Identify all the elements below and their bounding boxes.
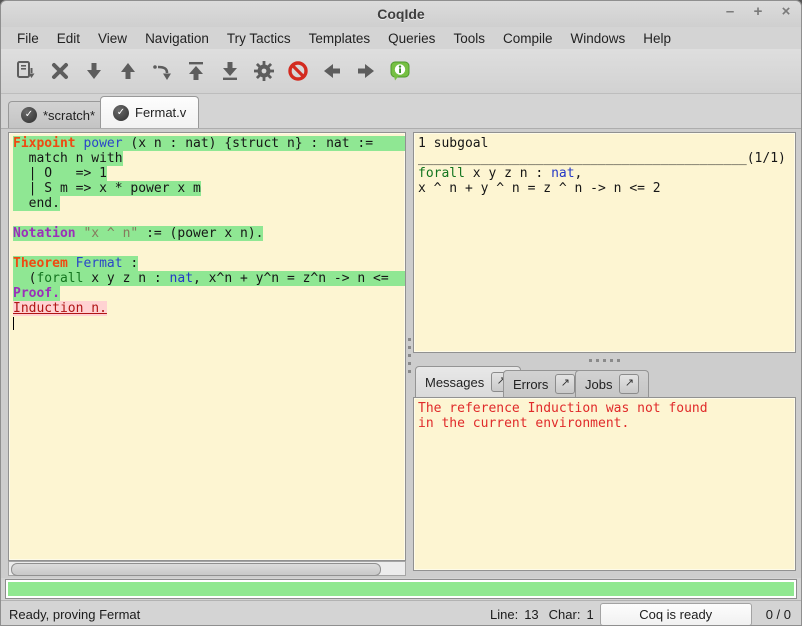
goal-view[interactable]: 1 subgoal_______________________________… <box>413 132 796 353</box>
code-line: forall x y z n : nat, <box>418 166 795 181</box>
code-line: Fixpoint power (x n : nat) {struct n} : … <box>13 136 406 151</box>
stop-sign-icon <box>286 59 310 83</box>
menu-file[interactable]: File <box>9 29 47 48</box>
fully-check-button[interactable] <box>247 55 281 87</box>
editor-hscrollbar[interactable] <box>8 561 406 576</box>
code-line <box>13 211 405 226</box>
previous-button[interactable] <box>315 55 349 87</box>
step-backward-button[interactable] <box>111 55 145 87</box>
menu-queries[interactable]: Queries <box>380 29 443 48</box>
status-message: Ready, proving Fermat <box>9 607 490 622</box>
arrow-up-bar-icon <box>184 59 208 83</box>
hscrollbar-thumb[interactable] <box>11 563 381 576</box>
toolbar <box>1 49 801 94</box>
code-line: | S m => x * power x m <box>13 181 405 196</box>
tab-errors-label: Errors <box>513 377 548 392</box>
arrow-left-icon <box>320 59 344 83</box>
next-button[interactable] <box>349 55 383 87</box>
text-cursor <box>13 317 14 330</box>
minimize-button[interactable]: – <box>723 3 737 20</box>
arrow-right-icon <box>354 59 378 83</box>
tab-fermat-label: Fermat.v <box>135 105 186 120</box>
code-line: Notation "x ^ n" := (power x n). <box>13 226 405 241</box>
check-circle-icon: ✓ <box>113 105 129 121</box>
code-line: ________________________________________… <box>418 151 795 166</box>
menu-edit[interactable]: Edit <box>49 29 88 48</box>
code-line: The reference Induction was not found <box>418 401 795 416</box>
save-button[interactable] <box>9 55 43 87</box>
menu-templates[interactable]: Templates <box>301 29 379 48</box>
char-label: Char: <box>549 607 581 622</box>
char-value: 1 <box>586 607 593 622</box>
detach-icon[interactable]: ↗ <box>619 374 639 394</box>
messages-view[interactable]: The reference Induction was not foundin … <box>413 397 796 571</box>
message-tab-strip: Messages ↗ Errors ↗ Jobs ↗ <box>413 367 796 397</box>
info-bubble-icon <box>388 59 412 83</box>
arrow-down-bar-icon <box>218 59 242 83</box>
close-buffer-button[interactable] <box>43 55 77 87</box>
vertical-splitter[interactable] <box>406 132 413 561</box>
tab-scratch[interactable]: ✓ *scratch* <box>8 101 108 128</box>
script-editor[interactable]: Fixpoint power (x n : nat) {struct n} : … <box>8 132 406 561</box>
gear-icon <box>252 59 276 83</box>
code-line: (forall x y z n : nat, x^n + y^n = z^n -… <box>13 271 406 286</box>
detach-icon[interactable]: ↗ <box>555 374 575 394</box>
tab-scratch-label: *scratch* <box>43 108 95 123</box>
goal-text: 1 subgoal_______________________________… <box>414 133 795 196</box>
step-forward-button[interactable] <box>77 55 111 87</box>
save-icon <box>14 59 38 83</box>
buffer-tab-strip: ✓ *scratch* ✓ Fermat.v <box>1 93 801 129</box>
code-line: x ^ n + y ^ n = z ^ n -> n <= 2 <box>418 181 795 196</box>
go-to-end-button[interactable] <box>213 55 247 87</box>
progress-bar <box>5 579 797 599</box>
menu-view[interactable]: View <box>90 29 135 48</box>
code-line <box>13 241 405 256</box>
title-bar[interactable]: CoqIde – + × <box>1 1 801 27</box>
line-value: 13 <box>524 607 538 622</box>
code-line: 1 subgoal <box>418 136 795 151</box>
messages-text: The reference Induction was not foundin … <box>414 398 795 431</box>
status-bar: Ready, proving Fermat Line: 13 Char: 1 C… <box>1 600 801 626</box>
interrupt-button[interactable] <box>281 55 315 87</box>
go-to-cursor-button[interactable] <box>145 55 179 87</box>
tab-jobs[interactable]: Jobs ↗ <box>575 370 649 397</box>
tab-messages-label: Messages <box>425 375 484 390</box>
code-line: match n with <box>13 151 405 166</box>
code-line: Proof. <box>13 286 405 301</box>
jobs-counter: 0 / 0 <box>766 607 791 622</box>
tab-errors[interactable]: Errors ↗ <box>503 370 585 397</box>
code-line: | O => 1 <box>13 166 405 181</box>
tab-jobs-label: Jobs <box>585 377 612 392</box>
tab-fermat[interactable]: ✓ Fermat.v <box>100 96 199 128</box>
close-icon <box>48 59 72 83</box>
maximize-button[interactable]: + <box>751 3 765 20</box>
code-line: Theorem Fermat : <box>13 256 405 271</box>
go-to-start-button[interactable] <box>179 55 213 87</box>
code-line <box>13 316 405 331</box>
check-circle-icon: ✓ <box>21 107 37 123</box>
script-code: Fixpoint power (x n : nat) {struct n} : … <box>9 133 405 331</box>
menu-tools[interactable]: Tools <box>445 29 493 48</box>
menu-compile[interactable]: Compile <box>495 29 561 48</box>
go-to-cursor-icon <box>150 59 174 83</box>
main-area: Fixpoint power (x n : nat) {struct n} : … <box>1 129 801 578</box>
menu-windows[interactable]: Windows <box>562 29 633 48</box>
code-line: Induction n. <box>13 301 405 316</box>
about-button[interactable] <box>383 55 417 87</box>
menu-bar: File Edit View Navigation Try Tactics Te… <box>1 27 801 49</box>
arrow-up-icon <box>116 59 140 83</box>
coqide-window: CoqIde – + × File Edit View Navigation T… <box>0 0 802 626</box>
arrow-down-icon <box>82 59 106 83</box>
code-line: end. <box>13 196 405 211</box>
menu-try-tactics[interactable]: Try Tactics <box>219 29 299 48</box>
line-label: Line: <box>490 607 518 622</box>
code-line: in the current environment. <box>418 416 795 431</box>
close-button[interactable]: × <box>779 3 793 20</box>
window-title: CoqIde <box>1 6 801 22</box>
coq-status-button[interactable]: Coq is ready <box>600 603 752 626</box>
menu-navigation[interactable]: Navigation <box>137 29 217 48</box>
menu-help[interactable]: Help <box>635 29 679 48</box>
